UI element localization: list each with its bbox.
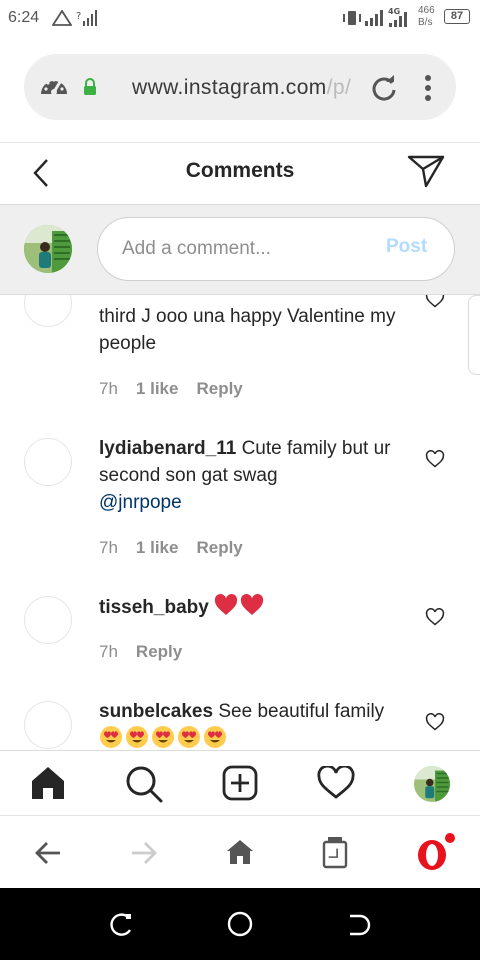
speed-dial-icon[interactable] — [38, 72, 70, 102]
svg-text:4G: 4G — [388, 7, 400, 16]
my-avatar — [24, 225, 72, 273]
home-button-icon[interactable] — [226, 910, 254, 938]
url-path: /p/ — [326, 76, 352, 99]
tabs-icon[interactable] — [321, 835, 349, 869]
comments-list: third J ooo una happy Valentine my peopl… — [0, 295, 480, 750]
new-post-icon[interactable] — [222, 765, 258, 801]
browser-toolbar — [0, 815, 480, 888]
direct-share-icon[interactable] — [406, 153, 446, 189]
network-speed-unit: B/s — [418, 17, 433, 28]
status-time: 6:24 — [8, 9, 40, 26]
lock-icon — [84, 78, 96, 95]
post-button[interactable]: Post — [386, 236, 427, 258]
opera-menu-icon[interactable] — [414, 831, 458, 876]
comment-time: 7h — [99, 642, 118, 661]
signal-4g-icon: 4G — [388, 7, 407, 27]
app-root: 6:24 ? 4G 466 B/s 87 www.instagram.com/p… — [0, 0, 480, 960]
reload-icon[interactable] — [370, 74, 398, 102]
comment-meta: 7h 1 like Reply — [99, 379, 243, 399]
network-speed-value: 466 — [418, 5, 435, 16]
vibrate-icon — [343, 11, 361, 25]
commenter-avatar[interactable] — [24, 701, 72, 749]
reply-button[interactable]: Reply — [196, 379, 242, 398]
comment-compose-bar: Post — [0, 205, 480, 295]
signal-question-icon: ? — [76, 10, 97, 26]
commenter-avatar[interactable] — [24, 596, 72, 644]
comment-body: third J ooo una happy Valentine my peopl… — [99, 306, 396, 354]
like-heart-icon[interactable] — [425, 607, 445, 627]
comment-meta: 7h 1 like Reply — [99, 538, 243, 558]
home-icon[interactable] — [30, 765, 66, 801]
comments-header: Comments — [0, 142, 480, 205]
comment-username[interactable]: tisseh_baby — [99, 597, 209, 618]
comment-meta: 7h Reply — [99, 642, 182, 662]
comment-username[interactable]: sunbelcakes — [99, 701, 213, 722]
home-icon[interactable] — [226, 839, 254, 865]
comment-text: third J ooo una happy Valentine my peopl… — [99, 303, 409, 357]
overflow-menu-icon[interactable] — [422, 74, 434, 102]
comment-text: sunbelcakes See beautiful family — [99, 698, 404, 750]
status-bar: 6:24 ? 4G 466 B/s 87 — [0, 0, 480, 36]
heart-eyes-emoji — [99, 726, 229, 750]
forward-arrow-icon[interactable] — [130, 840, 158, 866]
commenter-avatar[interactable] — [24, 438, 72, 486]
signal-icon — [365, 10, 383, 26]
opera-logo-icon — [418, 831, 457, 870]
browser-address-bar: www.instagram.com/p/ — [0, 36, 480, 142]
android-navigation-bar — [0, 888, 480, 960]
commenter-avatar[interactable] — [24, 295, 72, 327]
back-arrow-icon[interactable] — [34, 840, 62, 866]
avatar-image — [24, 225, 72, 273]
alert-triangle-icon — [52, 10, 72, 26]
battery-icon: 87 — [444, 9, 470, 24]
url-domain: www.instagram.com — [132, 76, 327, 99]
avatar-image — [414, 766, 450, 802]
battery-level: 87 — [450, 10, 464, 22]
like-heart-icon[interactable] — [425, 295, 445, 309]
svg-text:?: ? — [76, 11, 81, 22]
instagram-bottom-nav — [0, 750, 480, 815]
scrollbar-thumb[interactable] — [468, 295, 480, 375]
back-button-icon[interactable] — [346, 912, 372, 938]
url-field[interactable]: www.instagram.com/p/ — [24, 54, 456, 120]
comment-username[interactable]: lydiabenard_11 — [99, 438, 236, 459]
comment-time: 7h — [99, 538, 118, 557]
like-heart-icon[interactable] — [425, 449, 445, 469]
like-count[interactable]: 1 like — [136, 538, 179, 557]
like-count[interactable]: 1 like — [136, 379, 179, 398]
profile-avatar[interactable] — [414, 766, 450, 802]
comment-text: lydiabenard_11 Cute family but ur second… — [99, 435, 399, 516]
activity-icon[interactable] — [317, 766, 355, 800]
red-heart-emoji — [214, 594, 266, 618]
search-icon[interactable] — [125, 765, 163, 803]
url-text[interactable]: www.instagram.com/p/ — [132, 76, 351, 100]
comment-mention[interactable]: @jnrpope — [99, 492, 182, 513]
recent-apps-icon[interactable] — [108, 912, 134, 938]
reply-button[interactable]: Reply — [136, 642, 182, 661]
comment-body: See beautiful family — [218, 701, 385, 722]
comment-time: 7h — [99, 379, 118, 398]
comment-text: tisseh_baby — [99, 593, 404, 621]
reply-button[interactable]: Reply — [196, 538, 242, 557]
like-heart-icon[interactable] — [425, 712, 445, 732]
